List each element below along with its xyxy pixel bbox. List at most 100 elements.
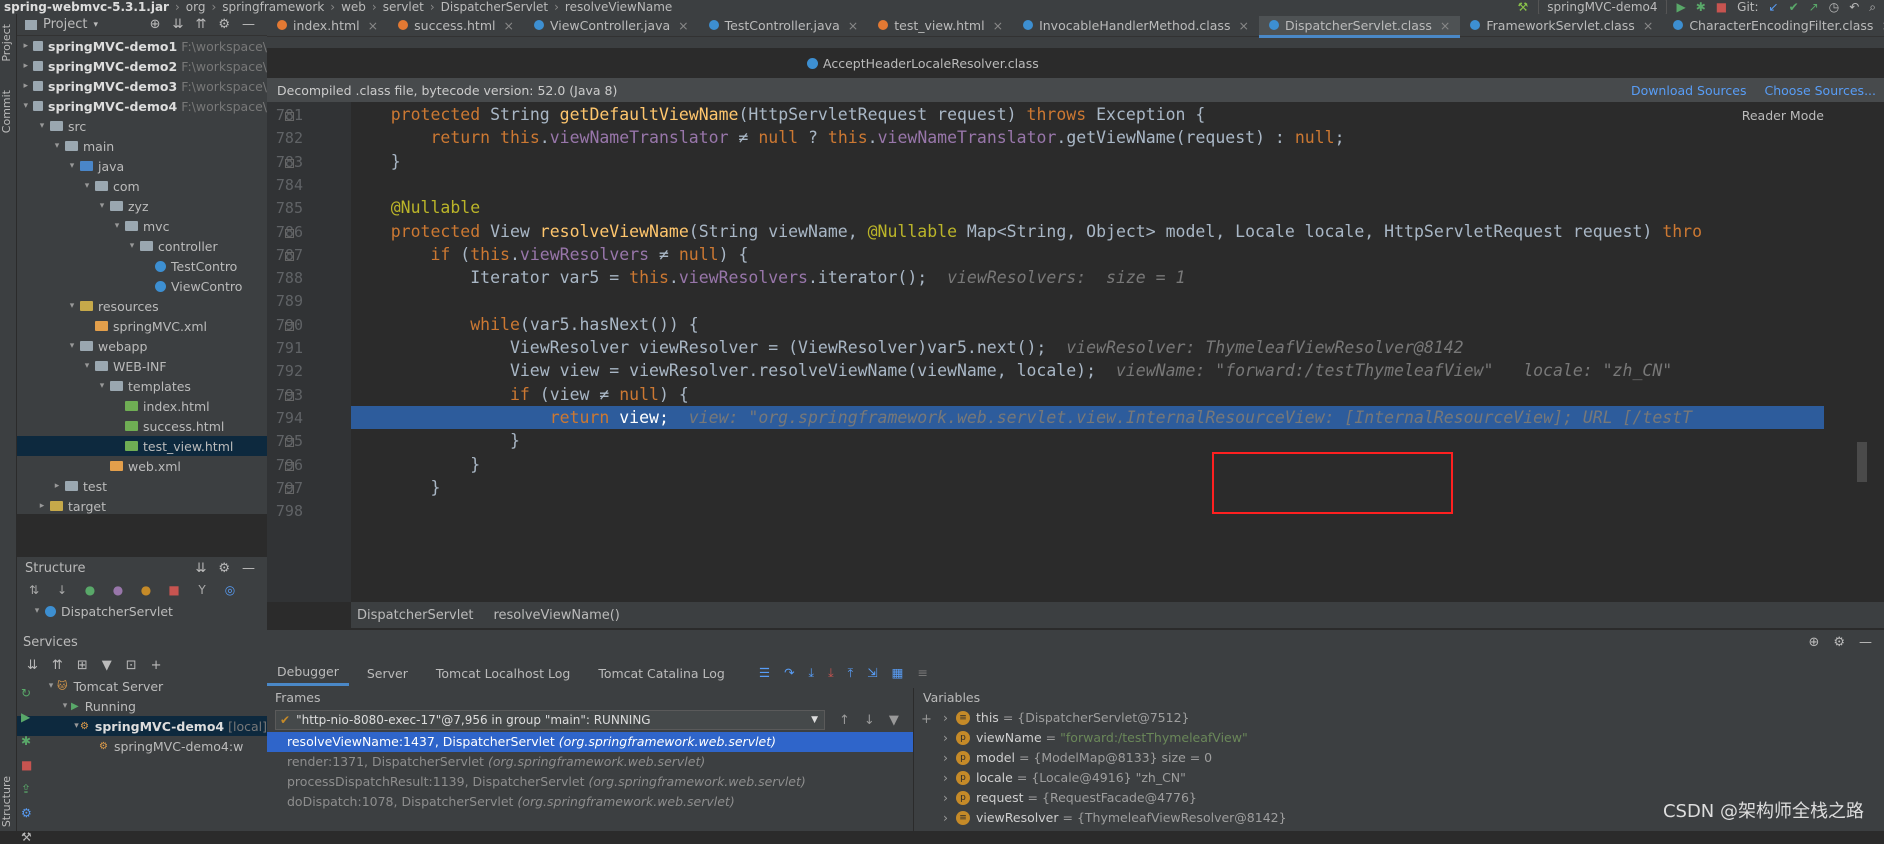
- tab-server[interactable]: Server: [357, 662, 418, 685]
- tree-item[interactable]: springMVC.xml: [17, 316, 267, 336]
- chevron-right-icon[interactable]: ▸: [21, 41, 31, 51]
- tree-item[interactable]: ▸target: [17, 496, 267, 514]
- chevron-down-icon[interactable]: ▾: [59, 701, 71, 711]
- debug-icon[interactable]: ✱: [1696, 0, 1706, 14]
- tree-item[interactable]: ▸springMVC-demo3F:\workspace\: [17, 76, 267, 96]
- tree-item[interactable]: ▾templates: [17, 376, 267, 396]
- tree-item[interactable]: ▾main: [17, 136, 267, 156]
- filter-icon[interactable]: ▼: [889, 713, 899, 728]
- close-icon[interactable]: ×: [1440, 18, 1450, 33]
- evaluate-icon[interactable]: ▦: [892, 665, 904, 681]
- non-public-icon[interactable]: ■: [166, 583, 182, 597]
- git-commit-icon[interactable]: ✔: [1789, 0, 1799, 14]
- chevron-down-icon[interactable]: ▾: [45, 681, 57, 691]
- tree-item[interactable]: success.html: [17, 416, 267, 436]
- stack-frame[interactable]: render:1371, DispatcherServlet(org.sprin…: [267, 752, 913, 772]
- chevron-down-icon[interactable]: ▾: [126, 241, 138, 251]
- tree-item[interactable]: ▾src: [17, 116, 267, 136]
- chevron-down-icon[interactable]: ▾: [66, 341, 78, 351]
- settings-icon[interactable]: ⚙: [21, 806, 32, 820]
- trace-icon[interactable]: ≡: [917, 665, 927, 681]
- close-icon[interactable]: ×: [1238, 18, 1248, 33]
- collapse-icon[interactable]: ⇊: [195, 561, 206, 576]
- scroll-thumb[interactable]: [1857, 442, 1867, 482]
- close-icon[interactable]: ×: [503, 18, 513, 33]
- close-icon[interactable]: ×: [848, 18, 858, 33]
- commit-tool-tab[interactable]: Commit: [0, 86, 13, 137]
- choose-sources-link[interactable]: Choose Sources...: [1765, 83, 1877, 98]
- crosshair-icon[interactable]: ⊕: [1808, 635, 1819, 650]
- tree-item[interactable]: ▾resources: [17, 296, 267, 316]
- add-icon[interactable]: +: [151, 658, 162, 673]
- hide-icon[interactable]: —: [1859, 635, 1872, 650]
- service-item[interactable]: ⚙springMVC-demo4:w: [17, 736, 267, 756]
- history-icon[interactable]: ◷: [1829, 0, 1839, 14]
- tree-item[interactable]: TestContro: [17, 256, 267, 276]
- editor-tab[interactable]: success.html×: [388, 14, 524, 36]
- fold-marker-icon[interactable]: [285, 438, 294, 447]
- tree-item[interactable]: index.html: [17, 396, 267, 416]
- fold-marker-icon[interactable]: [285, 322, 294, 331]
- tree-item[interactable]: ViewContro: [17, 276, 267, 296]
- tab-catalina-log[interactable]: Tomcat Catalina Log: [588, 662, 735, 685]
- chevron-right-icon[interactable]: ›: [943, 748, 948, 768]
- stack-frame[interactable]: processDispatchResult:1139, DispatcherSe…: [267, 772, 913, 792]
- chevron-down-icon[interactable]: ▾: [96, 381, 108, 391]
- fold-marker-icon[interactable]: [285, 159, 294, 168]
- editor-tab[interactable]: index.html×: [267, 14, 388, 36]
- show-execution-point-icon[interactable]: ↷: [784, 665, 794, 681]
- fold-marker-icon[interactable]: [285, 462, 294, 471]
- group-icon[interactable]: ⊞: [77, 658, 88, 673]
- chevron-down-icon[interactable]: ▾: [93, 20, 98, 30]
- tree-item[interactable]: ▾webapp: [17, 336, 267, 356]
- git-push-icon[interactable]: ↗: [1809, 0, 1819, 14]
- service-item[interactable]: ▾⚙springMVC-demo4[local]: [17, 716, 267, 736]
- chevron-right-icon[interactable]: ›: [943, 788, 948, 808]
- inherited-icon[interactable]: ●: [82, 583, 98, 597]
- chevron-down-icon[interactable]: ▾: [96, 201, 108, 211]
- structure-tool-tab[interactable]: Structure: [0, 772, 13, 831]
- chevron-down-icon[interactable]: ▾: [21, 101, 31, 111]
- variable-row[interactable]: ›pviewName="forward:/testThymeleafView": [915, 728, 1884, 748]
- menu-icon[interactable]: ☰: [759, 665, 770, 681]
- chevron-down-icon[interactable]: ▾: [66, 161, 78, 171]
- editor-tab[interactable]: test_view.html×: [868, 14, 1013, 36]
- tree-item[interactable]: ▸test: [17, 476, 267, 496]
- chevron-down-icon[interactable]: ▾: [36, 121, 48, 131]
- resume-icon[interactable]: ▶: [21, 710, 32, 724]
- fields-icon[interactable]: ●: [138, 583, 154, 597]
- breadcrumb-item[interactable]: web: [341, 0, 366, 14]
- gear-icon[interactable]: ⚙: [218, 561, 230, 576]
- editor-tab[interactable]: CharacterEncodingFilter.class×: [1663, 14, 1884, 36]
- project-panel-title[interactable]: Project: [43, 17, 87, 32]
- debug-icon[interactable]: ✱: [21, 734, 32, 748]
- chevron-right-icon[interactable]: ▸: [36, 501, 48, 511]
- chevron-right-icon[interactable]: ▸: [51, 481, 63, 491]
- gear-icon[interactable]: ⚙: [218, 17, 230, 32]
- chevron-right-icon[interactable]: ▸: [21, 81, 31, 91]
- tree-item[interactable]: ▸springMVC-demo2F:\workspace\: [17, 56, 267, 76]
- force-step-into-icon[interactable]: ⤓: [828, 665, 834, 681]
- breadcrumb-item[interactable]: DispatcherServlet: [441, 0, 548, 14]
- tree-item[interactable]: ▾java: [17, 156, 267, 176]
- lambdas-icon[interactable]: Y: [194, 583, 210, 597]
- step-over-icon[interactable]: ⤓: [809, 665, 815, 681]
- tree-item[interactable]: ▾zyz: [17, 196, 267, 216]
- tree-item[interactable]: web.xml: [17, 456, 267, 476]
- expand-all-icon[interactable]: ⇈: [195, 17, 206, 32]
- tree-item[interactable]: ▾controller: [17, 236, 267, 256]
- close-icon[interactable]: ×: [993, 18, 1003, 33]
- hide-icon[interactable]: —: [242, 561, 255, 576]
- fold-marker-icon[interactable]: [285, 112, 294, 121]
- editor-tab[interactable]: DispatcherServlet.class×: [1259, 16, 1460, 38]
- git-update-icon[interactable]: ↙: [1769, 0, 1779, 14]
- thread-select[interactable]: ✔ "http-nio-8080-exec-17"@7,956 in group…: [275, 710, 825, 730]
- variable-row[interactable]: ›≡this={DispatcherServlet@7512}: [915, 708, 1884, 728]
- project-tool-tab[interactable]: Project: [0, 20, 13, 66]
- rerun-icon[interactable]: ↻: [21, 686, 32, 700]
- tree-item[interactable]: ▾springMVC-demo4F:\workspace\: [17, 96, 267, 116]
- fold-marker-icon[interactable]: [285, 392, 294, 401]
- wrench-icon[interactable]: ⚒: [21, 830, 32, 844]
- code-editor[interactable]: protected String getDefaultViewName(Http…: [351, 102, 1884, 602]
- tab-debugger[interactable]: Debugger: [267, 660, 349, 686]
